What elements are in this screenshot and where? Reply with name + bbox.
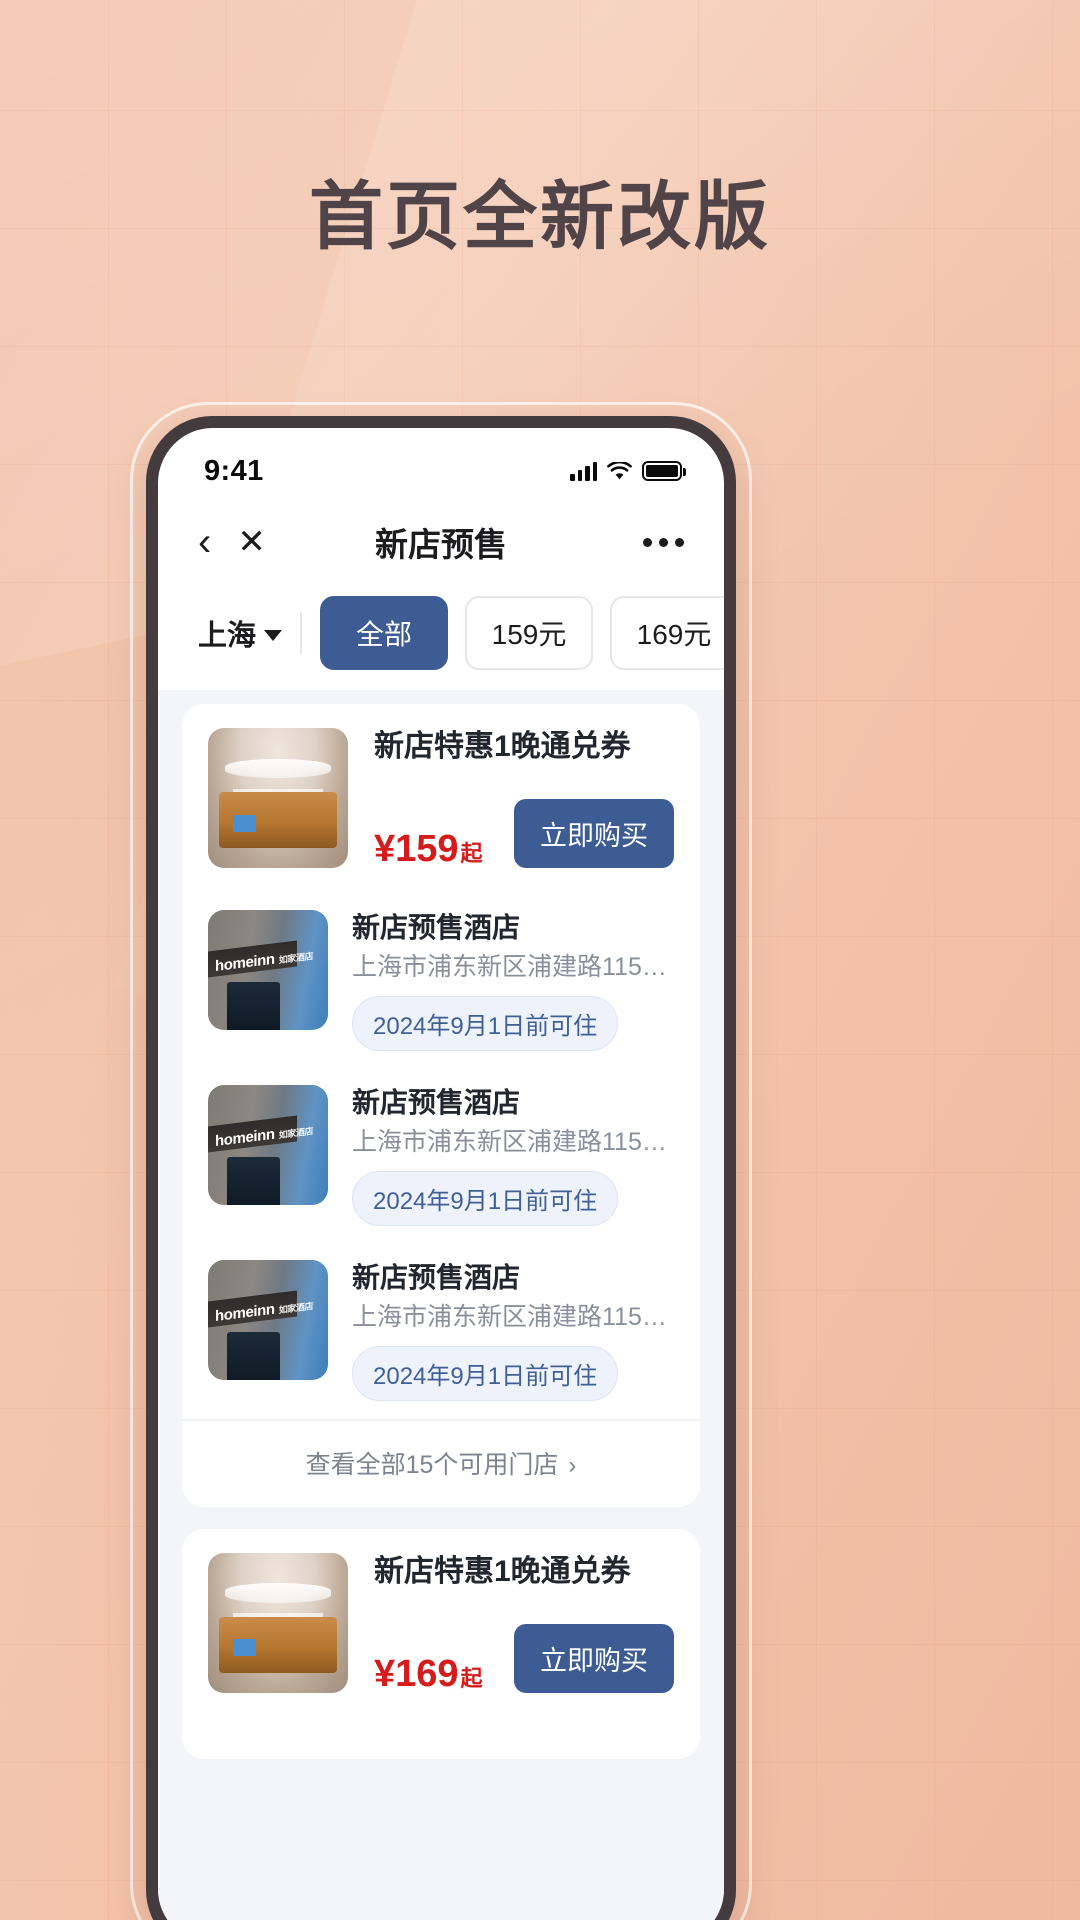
- list-item[interactable]: homeinn 如家酒店 新店预售酒店 上海市浦东新区浦建路1151号 2024年…: [208, 894, 674, 1069]
- phone-screen: 9:41 ‹ ✕ 新店预售 上海 全部 159元 169元 新店特惠1晚通兑券 …: [158, 428, 724, 1920]
- view-all-label: 查看全部15个可用门店: [305, 1450, 559, 1479]
- chevron-down-icon: [264, 629, 283, 641]
- hotel-body: 新店预售酒店 上海市浦东新区浦建路1151号 2024年9月1日前可住: [352, 910, 674, 1051]
- view-all-stores-link[interactable]: 查看全部15个可用门店 ›: [182, 1418, 700, 1507]
- buy-now-button[interactable]: 立即购买: [514, 799, 674, 868]
- hotel-facade-photo: homeinn 如家酒店: [208, 1084, 328, 1205]
- buy-now-button[interactable]: 立即购买: [514, 1623, 674, 1693]
- price-suffix: 起: [460, 841, 483, 866]
- price-suffix: 起: [460, 1665, 483, 1691]
- phone-mockup: 9:41 ‹ ✕ 新店预售 上海 全部 159元 169元 新店特惠1晚通兑券 …: [146, 416, 736, 1920]
- chevron-right-icon: ›: [568, 1451, 577, 1479]
- list-item[interactable]: homeinn 如家酒店 新店预售酒店 上海市浦东新区浦建路1151号 2024年…: [208, 1244, 674, 1419]
- coupon-title: 新店特惠1晚通兑券: [374, 730, 631, 763]
- lobby-sign-icon: [233, 814, 256, 832]
- coupon-price: ¥169起: [374, 1655, 483, 1693]
- more-horizontal-icon[interactable]: [643, 537, 684, 547]
- price-amount: ¥159: [374, 828, 459, 870]
- hotel-name: 新店预售酒店: [352, 1261, 521, 1293]
- hotel-address: 上海市浦东新区浦建路1151号: [352, 1128, 674, 1157]
- nav-left-actions: ‹ ✕: [198, 522, 266, 562]
- hotel-name: 新店预售酒店: [352, 1086, 521, 1118]
- hotel-address: 上海市浦东新区浦建路1151号: [352, 1303, 674, 1332]
- poster-headline: 首页全新改版: [309, 175, 771, 258]
- city-selector[interactable]: 上海: [198, 612, 283, 654]
- product-list[interactable]: 新店特惠1晚通兑券 ¥159起 立即购买 homeinn 如家酒店 新店预售酒店…: [158, 690, 724, 1920]
- hotel-brand-logo: homeinn 如家酒店: [215, 1125, 314, 1150]
- price-filter-chips: 全部 159元 169元 179元: [320, 596, 724, 670]
- hotel-lobby-photo: [208, 728, 348, 868]
- price-amount: ¥169: [374, 1652, 459, 1695]
- coupon-card[interactable]: 新店特惠1晚通兑券 ¥169起 立即购买: [182, 1528, 700, 1759]
- filter-bar: 上海 全部 159元 169元 179元: [158, 584, 724, 690]
- coupon-footer: ¥159起 立即购买: [374, 799, 674, 868]
- filter-chip-all[interactable]: 全部: [320, 596, 449, 670]
- chevron-left-icon[interactable]: ‹: [198, 522, 211, 562]
- status-bar: 9:41: [158, 428, 724, 500]
- coupon-price: ¥159起: [374, 830, 483, 868]
- list-cutoff: [182, 1719, 700, 1759]
- hotel-name: 新店预售酒店: [352, 912, 521, 943]
- hotel-address: 上海市浦东新区浦建路1151号: [352, 953, 674, 982]
- wifi-icon: [607, 461, 632, 481]
- coupon-summary: 新店特惠1晚通兑券 ¥159起 立即购买: [182, 704, 700, 894]
- coupon-title: 新店特惠1晚通兑券: [374, 1554, 631, 1588]
- hotel-facade-photo: homeinn 如家酒店: [208, 910, 328, 1030]
- nav-bar: ‹ ✕ 新店预售: [158, 500, 724, 584]
- filter-chip-169[interactable]: 169元: [610, 596, 724, 670]
- battery-full-icon: [642, 461, 686, 481]
- coupon-card[interactable]: 新店特惠1晚通兑券 ¥159起 立即购买 homeinn 如家酒店 新店预售酒店…: [182, 704, 700, 1507]
- list-item[interactable]: homeinn 如家酒店 新店预售酒店 上海市浦东新区浦建路1151号 2024年…: [208, 1069, 674, 1244]
- filter-chip-159[interactable]: 159元: [465, 596, 594, 670]
- coupon-body: 新店特惠1晚通兑券 ¥169起 立即购买: [374, 1553, 674, 1693]
- hotel-list: homeinn 如家酒店 新店预售酒店 上海市浦东新区浦建路1151号 2024年…: [182, 894, 700, 1419]
- hotel-body: 新店预售酒店 上海市浦东新区浦建路1151号 2024年9月1日前可住: [352, 1260, 674, 1401]
- hotel-facade-photo: homeinn 如家酒店: [208, 1259, 328, 1380]
- coupon-footer: ¥169起 立即购买: [374, 1623, 674, 1693]
- coupon-summary: 新店特惠1晚通兑券 ¥169起 立即购买: [182, 1529, 700, 1719]
- lobby-sign-icon: [233, 1639, 256, 1657]
- hotel-brand-logo: homeinn 如家酒店: [215, 1300, 314, 1325]
- hotel-lobby-photo: [208, 1552, 348, 1693]
- status-badge: 2024年9月1日前可住: [352, 1345, 619, 1401]
- cellular-signal-icon: [570, 461, 597, 481]
- status-icons: [570, 461, 686, 481]
- hotel-body: 新店预售酒店 上海市浦东新区浦建路1151号 2024年9月1日前可住: [352, 1085, 674, 1226]
- filter-divider: [300, 612, 303, 654]
- close-icon[interactable]: ✕: [237, 525, 266, 559]
- status-badge: 2024年9月1日前可住: [352, 995, 619, 1051]
- status-time: 9:41: [204, 454, 264, 487]
- promo-poster: 首页全新改版 9:41 ‹ ✕ 新店预售 上海 全部 159元 169元 新店特…: [0, 0, 1080, 1920]
- status-badge: 2024年9月1日前可住: [352, 1170, 619, 1226]
- coupon-body: 新店特惠1晚通兑券 ¥159起 立即购买: [374, 728, 674, 868]
- hotel-brand-logo: homeinn 如家酒店: [215, 950, 314, 976]
- city-label: 上海: [198, 620, 257, 652]
